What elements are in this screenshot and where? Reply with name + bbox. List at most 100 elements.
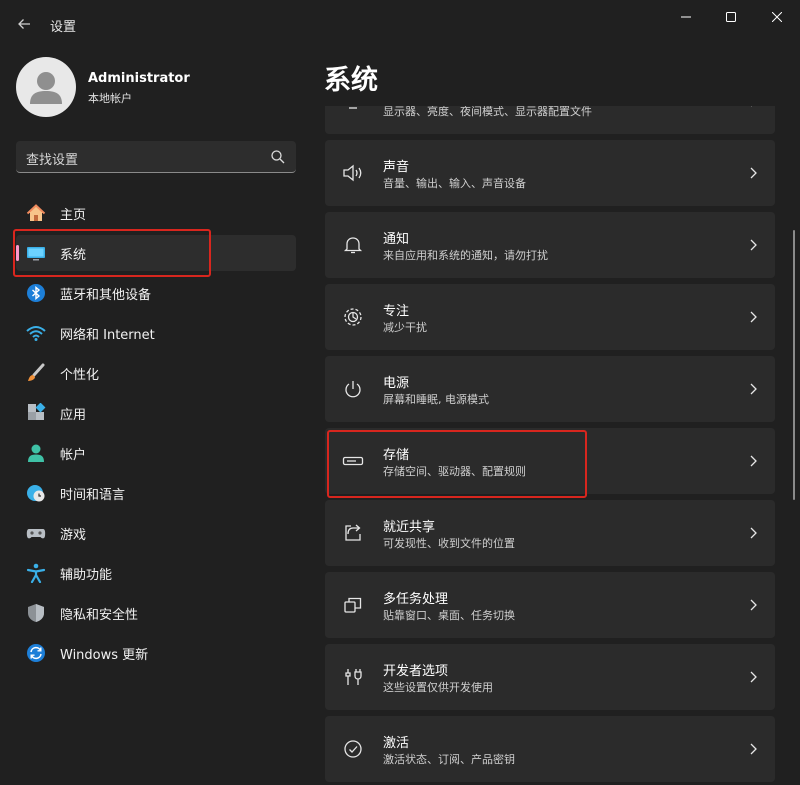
card-title: 开发者选项 xyxy=(383,664,449,679)
chevron-right-icon xyxy=(750,167,757,179)
sidebar-item-time-language[interactable]: 时间和语言 xyxy=(16,475,296,511)
card-subtitle: 显示器、亮度、夜间模式、显示器配置文件 xyxy=(383,106,592,118)
sidebar-item-label: 个性化 xyxy=(60,367,100,383)
settings-card-display[interactable]: 显示器、亮度、夜间模式、显示器配置文件 xyxy=(325,106,775,134)
avatar xyxy=(16,57,76,117)
card-title: 电源 xyxy=(383,376,410,391)
settings-card-activation[interactable]: 激活 激活状态、订阅、产品密钥 xyxy=(325,716,775,782)
chevron-right-icon xyxy=(750,743,757,755)
settings-card-storage[interactable]: 存储 存储空间、驱动器、配置规则 xyxy=(325,428,775,494)
sidebar-item-windows-update[interactable]: Windows 更新 xyxy=(16,635,296,671)
bell-icon xyxy=(341,233,365,257)
search-icon xyxy=(271,150,285,164)
chevron-right-icon xyxy=(750,239,757,251)
minimize-button[interactable] xyxy=(663,4,709,30)
card-title: 存储 xyxy=(383,448,410,463)
sidebar-item-system[interactable]: 系统 xyxy=(16,235,296,271)
page-title: 系统 xyxy=(324,65,378,96)
settings-list: 显示器、亮度、夜间模式、显示器配置文件 声音 音量、输出、输入、声音设备 通知 … xyxy=(325,106,775,785)
card-title: 声音 xyxy=(383,160,410,175)
clock-globe-icon xyxy=(25,482,47,504)
close-button[interactable] xyxy=(754,4,800,30)
chevron-right-icon xyxy=(750,455,757,467)
monitor-icon xyxy=(25,242,47,264)
home-icon xyxy=(25,202,47,224)
sidebar-item-label: 网络和 Internet xyxy=(60,327,155,343)
settings-card-developer-options[interactable]: 开发者选项 这些设置仅供开发使用 xyxy=(325,644,775,710)
developer-icon xyxy=(341,665,365,689)
sidebar-item-label: 时间和语言 xyxy=(60,487,126,503)
storage-icon xyxy=(341,449,365,473)
sidebar-item-label: 应用 xyxy=(60,407,87,423)
search-box[interactable]: 查找设置 xyxy=(16,141,296,173)
sidebar-item-label: 游戏 xyxy=(60,527,87,543)
card-subtitle: 激活状态、订阅、产品密钥 xyxy=(383,753,515,766)
card-title: 专注 xyxy=(383,304,410,319)
power-icon xyxy=(341,377,365,401)
account-type: 本地帐户 xyxy=(88,92,132,105)
card-subtitle: 可发现性、收到文件的位置 xyxy=(383,537,515,550)
card-subtitle: 屏幕和睡眠, 电源模式 xyxy=(383,393,489,406)
sidebar-item-personalization[interactable]: 个性化 xyxy=(16,355,296,391)
card-subtitle: 贴靠窗口、桌面、任务切换 xyxy=(383,609,515,622)
card-title: 通知 xyxy=(383,232,410,247)
card-subtitle: 音量、输出、输入、声音设备 xyxy=(383,177,526,190)
card-title: 激活 xyxy=(383,736,410,751)
sidebar-item-home[interactable]: 主页 xyxy=(16,195,296,231)
brush-icon xyxy=(25,362,47,384)
close-icon xyxy=(772,12,782,22)
shield-icon xyxy=(25,602,47,624)
share-icon xyxy=(341,521,365,545)
card-subtitle: 这些设置仅供开发使用 xyxy=(383,681,493,694)
sidebar-item-label: Windows 更新 xyxy=(60,647,149,663)
maximize-button[interactable] xyxy=(708,4,754,30)
multitask-icon xyxy=(341,593,365,617)
sidebar-item-label: 蓝牙和其他设备 xyxy=(60,287,152,303)
accessibility-icon xyxy=(25,562,47,584)
sidebar-item-label: 主页 xyxy=(60,207,87,223)
settings-card-power[interactable]: 电源 屏幕和睡眠, 电源模式 xyxy=(325,356,775,422)
settings-card-nearby-sharing[interactable]: 就近共享 可发现性、收到文件的位置 xyxy=(325,500,775,566)
bluetooth-icon xyxy=(25,282,47,304)
title-bar: 设置 xyxy=(0,0,800,48)
card-title: 多任务处理 xyxy=(383,592,449,607)
sidebar-item-privacy-security[interactable]: 隐私和安全性 xyxy=(16,595,296,631)
card-subtitle: 存储空间、驱动器、配置规则 xyxy=(383,465,526,478)
active-indicator xyxy=(16,245,19,261)
user-name: Administrator xyxy=(88,71,190,86)
sidebar-item-bluetooth[interactable]: 蓝牙和其他设备 xyxy=(16,275,296,311)
scrollbar[interactable] xyxy=(793,230,795,500)
sidebar-item-accessibility[interactable]: 辅助功能 xyxy=(16,555,296,591)
apps-icon xyxy=(25,402,47,424)
focus-icon xyxy=(341,305,365,329)
wifi-icon xyxy=(25,322,47,344)
settings-card-sound[interactable]: 声音 音量、输出、输入、声音设备 xyxy=(325,140,775,206)
account-icon xyxy=(25,442,47,464)
chevron-right-icon xyxy=(750,527,757,539)
maximize-icon xyxy=(726,12,736,22)
sidebar-item-label: 隐私和安全性 xyxy=(60,607,139,623)
sidebar-item-label: 帐户 xyxy=(60,447,87,463)
sidebar-item-label: 系统 xyxy=(60,247,87,263)
sidebar-item-apps[interactable]: 应用 xyxy=(16,395,296,431)
update-icon xyxy=(25,642,47,664)
chevron-right-icon xyxy=(750,671,757,683)
sidebar-nav: 主页 系统 蓝牙和其他设备 网络和 Internet 个性化 应用 帐户 时间和… xyxy=(16,195,296,675)
settings-card-multitasking[interactable]: 多任务处理 贴靠窗口、桌面、任务切换 xyxy=(325,572,775,638)
sidebar-item-network[interactable]: 网络和 Internet xyxy=(16,315,296,351)
display-icon xyxy=(341,106,365,113)
settings-card-notifications[interactable]: 通知 来自应用和系统的通知，请勿打扰 xyxy=(325,212,775,278)
back-button[interactable] xyxy=(12,12,36,36)
sidebar-item-accounts[interactable]: 帐户 xyxy=(16,435,296,471)
user-profile[interactable]: Administrator 本地帐户 xyxy=(16,57,296,117)
settings-card-focus[interactable]: 专注 减少干扰 xyxy=(325,284,775,350)
sidebar-item-label: 辅助功能 xyxy=(60,567,113,583)
gamepad-icon xyxy=(25,522,47,544)
sidebar-item-gaming[interactable]: 游戏 xyxy=(16,515,296,551)
user-icon xyxy=(30,72,62,104)
activation-icon xyxy=(341,737,365,761)
chevron-right-icon xyxy=(751,106,752,107)
card-title: 就近共享 xyxy=(383,520,436,535)
speaker-icon xyxy=(341,161,365,185)
search-input[interactable]: 查找设置 xyxy=(26,149,78,168)
